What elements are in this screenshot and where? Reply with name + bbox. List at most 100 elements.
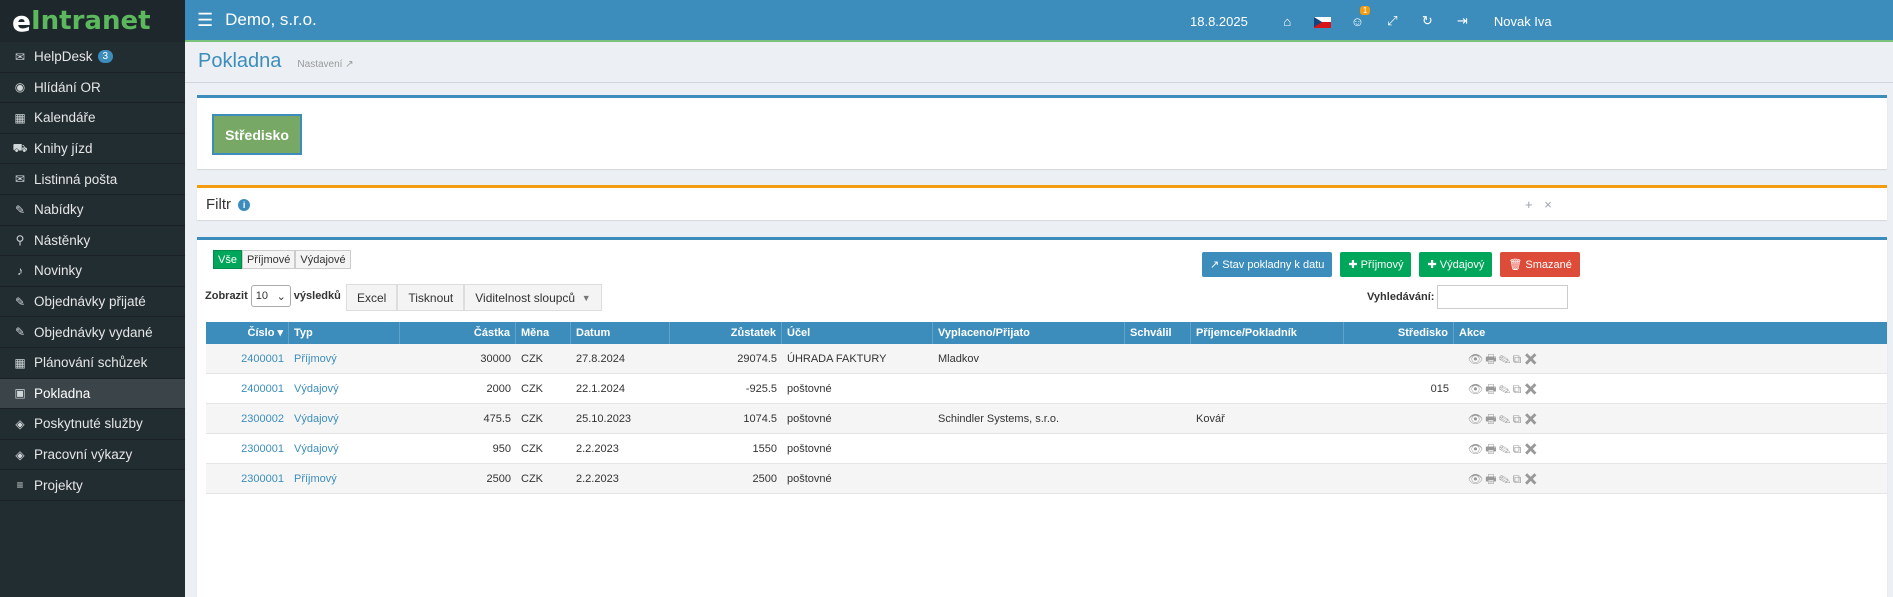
stredisko-button[interactable]: Středisko xyxy=(212,114,302,155)
sidebar-item-8[interactable]: ✎ Objednávky přijaté xyxy=(0,287,185,318)
page-header: Pokladna Nastavení ↗ xyxy=(198,50,354,73)
sidebar-item-label: Pokladna xyxy=(34,385,91,401)
cell-typ[interactable]: Výdajový xyxy=(289,434,400,464)
column-visibility-button[interactable]: Viditelnost sloupců ▼ xyxy=(464,284,602,311)
col-castka[interactable]: Částka xyxy=(400,322,516,344)
sidebar-item-4[interactable]: ✉ Listinná pošta xyxy=(0,164,185,195)
type-expense-button[interactable]: Výdajové xyxy=(295,250,351,269)
sidebar-item-0[interactable]: ✉ HelpDesk 3 xyxy=(0,42,185,73)
refresh-icon[interactable]: ↻ xyxy=(1410,13,1445,29)
add-expense-button[interactable]: ✚ Výdajový xyxy=(1419,252,1493,277)
sidebar-item-1[interactable]: ◉ Hlídání OR xyxy=(0,73,185,104)
sidebar-item-13[interactable]: ◈ Pracovní výkazy xyxy=(0,440,185,471)
cell-castka: 475.5 xyxy=(483,413,511,425)
sidebar-item-10[interactable]: ▦ Plánování schůzek xyxy=(0,348,185,379)
cell-mena: CZK xyxy=(521,413,543,425)
row-action-icons[interactable]: 👁🖶✎⧉✖ xyxy=(1468,382,1540,396)
deleted-button[interactable]: 🗑 Smazané xyxy=(1500,252,1580,277)
tag-icon: ◈ xyxy=(15,416,25,431)
sidebar-item-14[interactable]: ≡ Projekty xyxy=(0,470,185,501)
sidebar-item-11[interactable]: ▣ Pokladna xyxy=(0,378,185,410)
sidebar-item-7[interactable]: ♪ Novinky xyxy=(0,256,185,287)
excel-button[interactable]: Excel xyxy=(346,284,398,311)
close-icon[interactable]: × xyxy=(1544,197,1552,212)
row-actions: 👁🖶✎⧉✖ xyxy=(1454,374,1704,404)
cash-state-button[interactable]: ↗ Stav pokladny k datu xyxy=(1202,252,1333,277)
col-typ[interactable]: Typ xyxy=(289,322,400,344)
expand-icon[interactable]: + xyxy=(1525,197,1533,212)
cell-typ[interactable]: Výdajový xyxy=(289,404,400,434)
home-icon[interactable]: ⌂ xyxy=(1270,14,1305,29)
row-action-icons[interactable]: 👁🖶✎⧉✖ xyxy=(1468,442,1540,456)
cell-cislo[interactable]: 2400001 xyxy=(206,344,289,374)
fullscreen-icon[interactable]: ⤢ xyxy=(1375,13,1410,29)
cell-vyplaceno xyxy=(933,374,1125,404)
bell-icon: ♪ xyxy=(17,263,23,278)
cell-cislo[interactable]: 2400001 xyxy=(206,374,289,404)
sidebar-item-3[interactable]: ⛟ Knihy jízd xyxy=(0,134,185,165)
type-all-button[interactable]: Vše xyxy=(213,250,242,269)
sidebar-menu: ✉ HelpDesk 3 ◉ Hlídání OR ▦ Kalendáře ⛟ Knihy jí… xyxy=(0,42,185,501)
company-name: Demo, s.r.o. xyxy=(225,10,317,29)
row-action-icons[interactable]: 👁🖶✎⧉✖ xyxy=(1468,472,1540,486)
cell-prijemce: Kovář xyxy=(1196,413,1225,425)
length-select[interactable]: 10 ⌄ xyxy=(250,285,291,307)
row-action-icons[interactable]: 👁🖶✎⧉✖ xyxy=(1468,352,1540,366)
logout-icon[interactable]: ⇥ xyxy=(1445,13,1480,29)
settings-link[interactable]: Nastavení ↗ xyxy=(297,59,353,70)
sidebar-item-9[interactable]: ✎ Objednávky vydané xyxy=(0,317,185,348)
col-schvalil[interactable]: Schválil xyxy=(1125,322,1191,344)
cell-zustatek: 2500 xyxy=(752,473,777,485)
cell-stredisko: 015 xyxy=(1430,383,1449,395)
sidebar-item-2[interactable]: ▦ Kalendáře xyxy=(0,103,185,134)
search-input[interactable] xyxy=(1437,285,1569,309)
cell-cislo[interactable]: 2300001 xyxy=(206,434,289,464)
topbar-right: 18.8.2025 ⌂ ☺ 1 ⤢ ↻ ⇥ Novak Iva xyxy=(1190,0,1552,42)
print-button[interactable]: Tisknout xyxy=(397,284,465,311)
sidebar: e Intranet ✉ HelpDesk 3 ◉ Hlídání OR ▦ Kalendář… xyxy=(0,0,185,597)
add-income-button[interactable]: ✚ Příjmový xyxy=(1340,252,1412,277)
type-income-button[interactable]: Příjmové xyxy=(241,250,296,269)
cell-ucel: poštovné xyxy=(787,383,832,395)
export-buttons: Excel Tisknout Viditelnost sloupců ▼ xyxy=(346,284,602,311)
col-ucel[interactable]: Účel xyxy=(782,322,933,344)
edit-icon: ✎ xyxy=(14,202,26,217)
cell-typ[interactable]: Příjmový xyxy=(289,344,400,374)
cell-castka: 950 xyxy=(492,443,511,455)
logo[interactable]: e Intranet xyxy=(0,0,185,42)
menu-toggle-icon[interactable]: ☰ xyxy=(197,10,213,31)
row-actions: 👁🖶✎⧉✖ xyxy=(1454,434,1704,464)
users-glyph: ☺ xyxy=(1350,13,1364,29)
sidebar-item-6[interactable]: ⚲ Nástěnky xyxy=(0,226,185,257)
user-menu[interactable]: Novak Iva xyxy=(1494,14,1552,29)
cell-typ[interactable]: Příjmový xyxy=(289,464,400,494)
filter-title[interactable]: Filtr i xyxy=(206,196,251,213)
cell-ucel: poštovné xyxy=(787,473,832,485)
cell-ucel: poštovné xyxy=(787,413,832,425)
sidebar-item-5[interactable]: ✎ Nabídky xyxy=(0,195,185,226)
cell-zustatek: 1074.5 xyxy=(743,413,777,425)
sidebar-item-label: Nástěnky xyxy=(34,232,91,248)
col-stredisko[interactable]: Středisko xyxy=(1344,322,1454,344)
cell-cislo[interactable]: 2300002 xyxy=(206,404,289,434)
col-mena[interactable]: Měna xyxy=(516,322,571,344)
sidebar-item-12[interactable]: ◈ Poskytnuté služby xyxy=(0,409,185,440)
row-actions: 👁🖶✎⧉✖ xyxy=(1454,404,1704,434)
users-icon[interactable]: ☺ 1 xyxy=(1340,5,1375,29)
sidebar-item-label: Hlídání OR xyxy=(34,79,101,95)
col-zustatek[interactable]: Zůstatek xyxy=(670,322,782,344)
cell-mena: CZK xyxy=(521,383,543,395)
cell-typ[interactable]: Výdajový xyxy=(289,374,400,404)
col-akce: Akce xyxy=(1459,327,1486,339)
czech-flag-icon[interactable] xyxy=(1305,14,1340,29)
col-prijemce[interactable]: Příjemce/Pokladník xyxy=(1191,322,1344,344)
col-datum[interactable]: Datum xyxy=(571,322,670,344)
eye-icon: ◉ xyxy=(14,80,26,95)
info-icon[interactable]: i xyxy=(238,199,251,212)
row-action-icons[interactable]: 👁🖶✎⧉✖ xyxy=(1468,412,1540,426)
col-cislo[interactable]: Číslo ▾ xyxy=(206,322,289,344)
header-divider xyxy=(185,82,1893,83)
logo-text: Intranet xyxy=(31,6,151,36)
cell-cislo[interactable]: 2300001 xyxy=(206,464,289,494)
col-vyplaceno[interactable]: Vyplaceno/Přijato xyxy=(933,322,1125,344)
